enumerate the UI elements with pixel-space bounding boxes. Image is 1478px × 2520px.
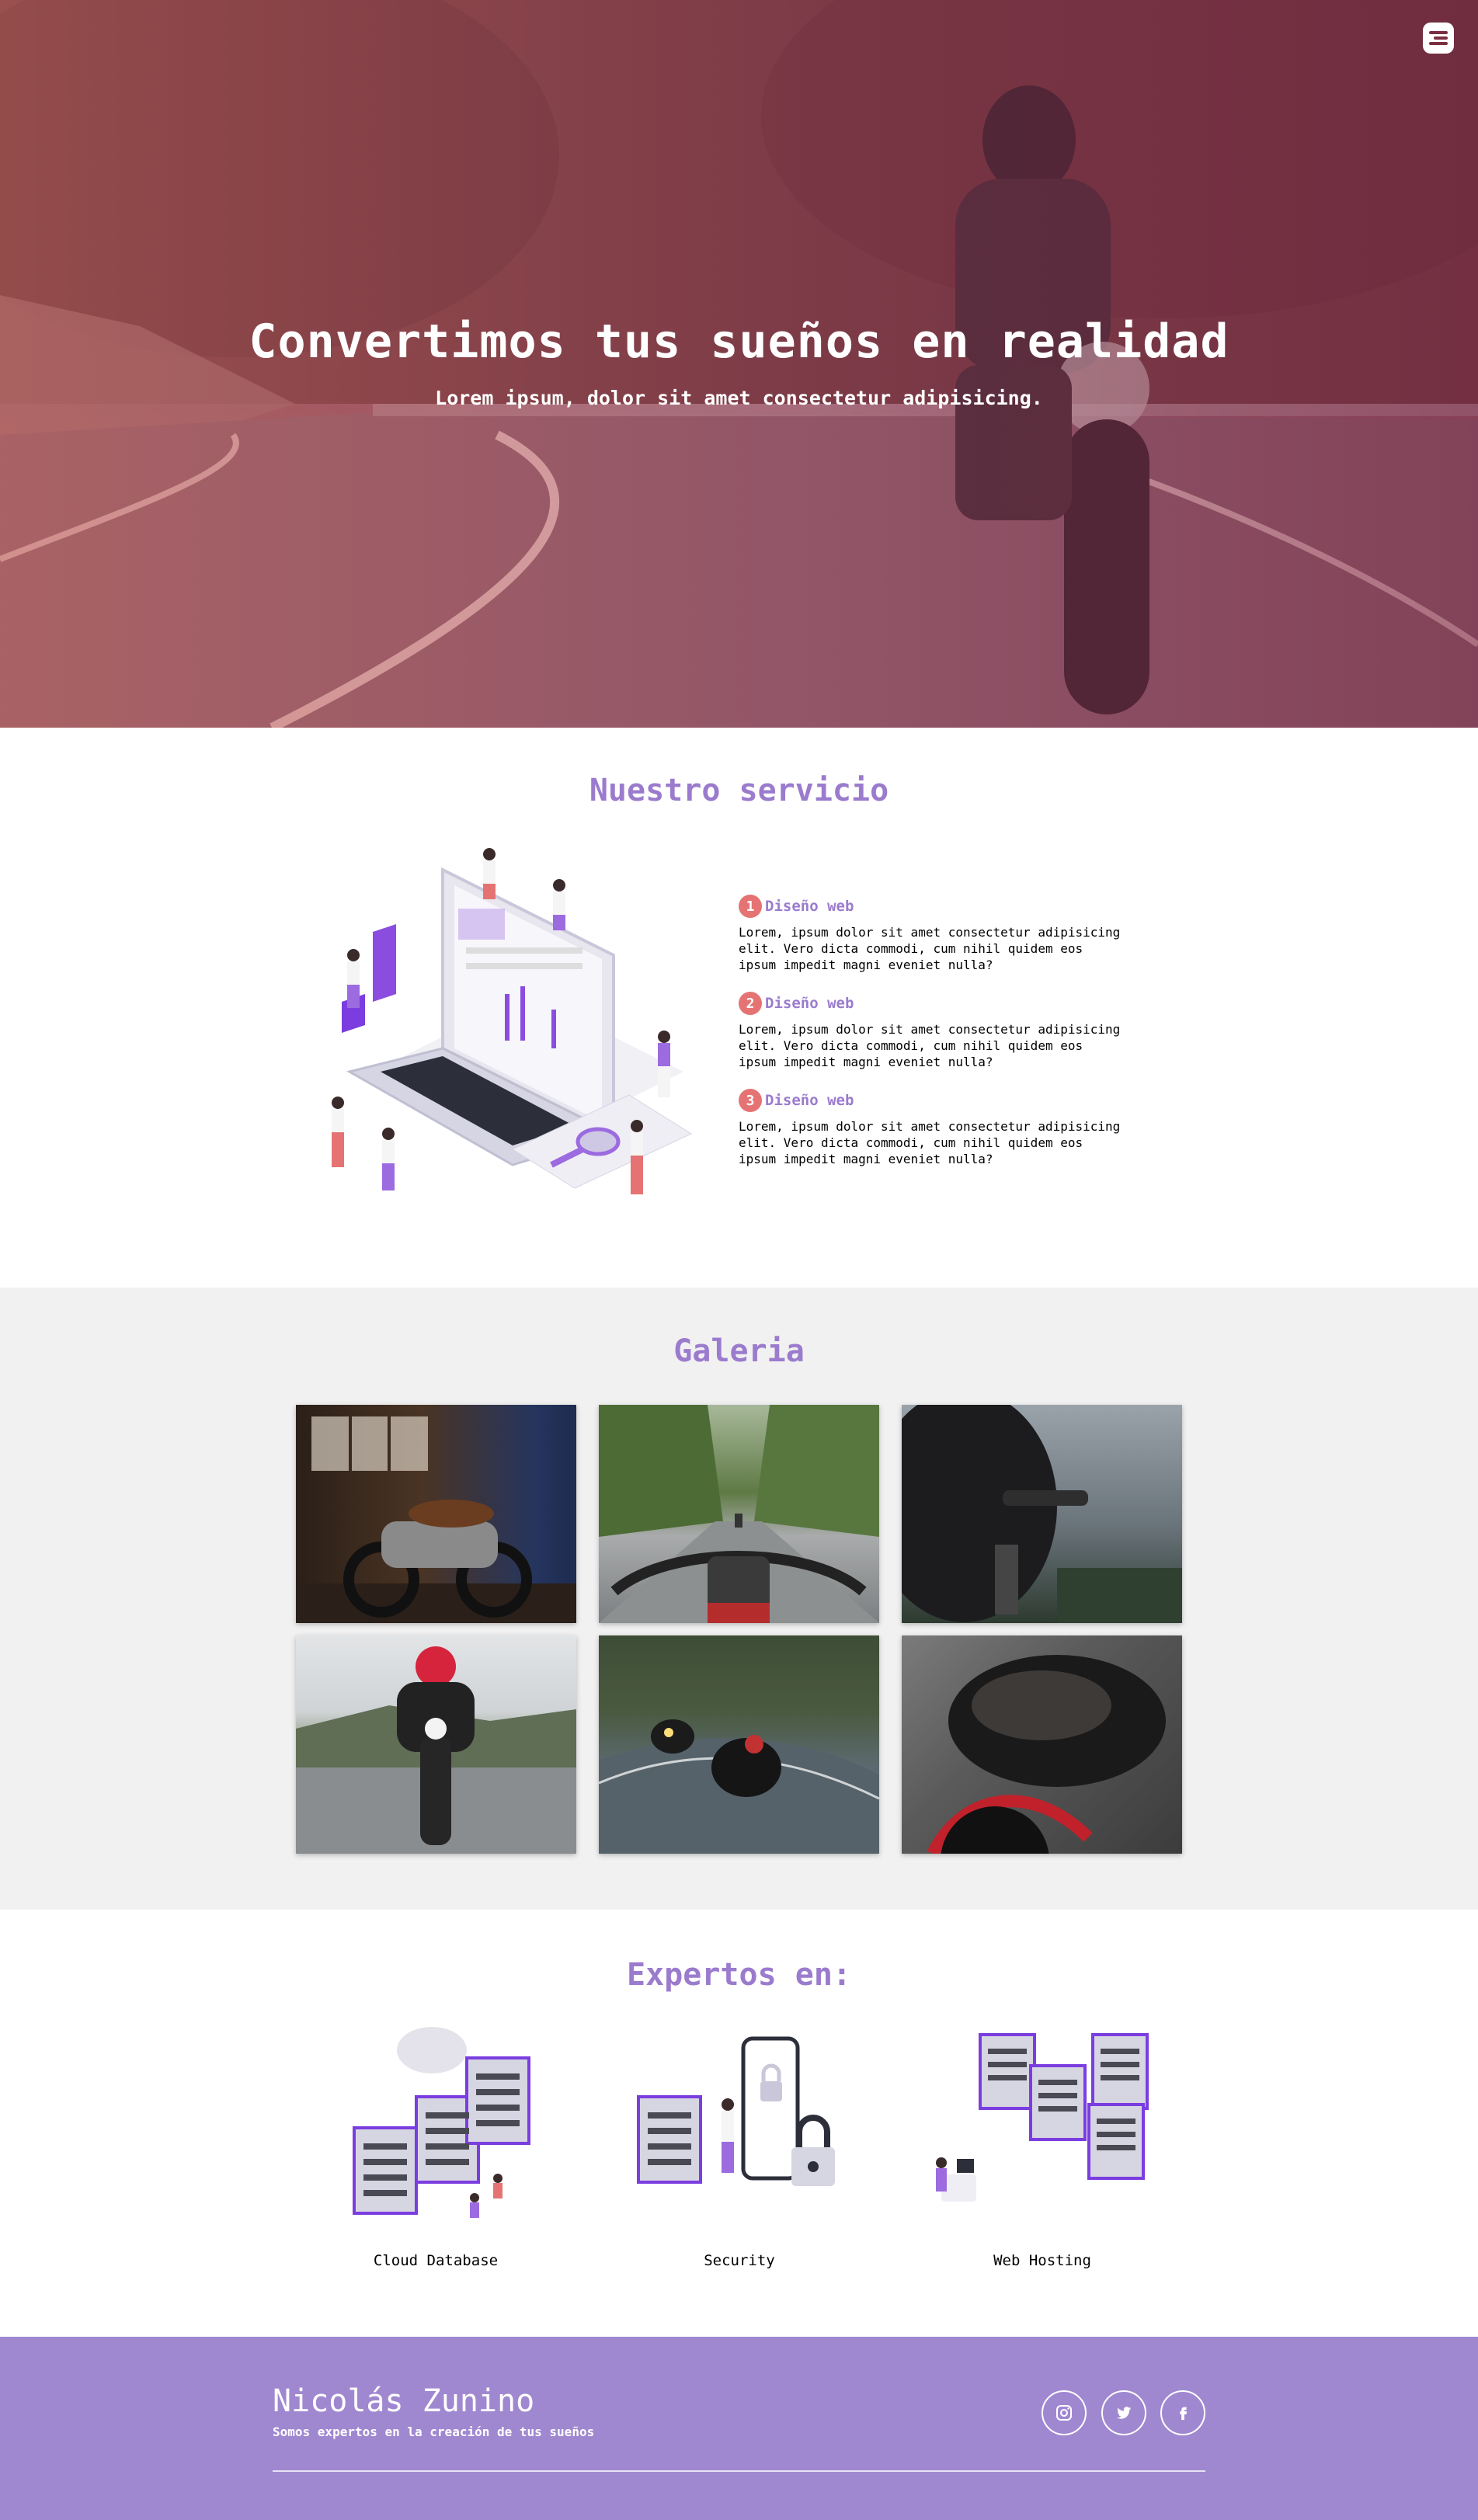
service-name: Diseño web bbox=[765, 995, 854, 1012]
service-number-badge: 2 bbox=[739, 992, 762, 1015]
expert-web-hosting: Web Hosting bbox=[926, 2019, 1159, 2283]
twitter-icon bbox=[1116, 2407, 1132, 2419]
facebook-icon bbox=[1180, 2407, 1188, 2421]
menu-button[interactable] bbox=[1423, 23, 1454, 54]
menu-icon-bar bbox=[1429, 31, 1448, 34]
footer bbox=[0, 2337, 1478, 2520]
hero-banner: Convertimos tus sueños en realidad Lorem… bbox=[0, 0, 1478, 728]
expert-label: Cloud Database bbox=[373, 2252, 499, 2269]
service-item: 3 Diseño web Lorem, ipsum dolor sit amet… bbox=[739, 1089, 1142, 1167]
hero-subtitle: Lorem ipsum, dolor sit amet consectetur … bbox=[435, 387, 1043, 409]
cloud-database-icon bbox=[353, 2027, 530, 2218]
instagram-link[interactable] bbox=[1042, 2390, 1087, 2435]
hero-title: Convertimos tus sueños en realidad bbox=[249, 315, 1229, 369]
footer-tagline: Somos expertos en la creación de tus sue… bbox=[273, 2424, 595, 2439]
services-list: 1 Diseño web Lorem, ipsum dolor sit amet… bbox=[739, 895, 1142, 1186]
twitter-link[interactable] bbox=[1101, 2390, 1146, 2435]
gallery-image[interactable] bbox=[902, 1635, 1182, 1854]
menu-icon-bar bbox=[1434, 36, 1448, 40]
expert-label: Security bbox=[704, 2252, 775, 2269]
facebook-link[interactable] bbox=[1160, 2390, 1205, 2435]
service-number-badge: 3 bbox=[739, 1089, 762, 1112]
service-description: Lorem, ipsum dolor sit amet consectetur … bbox=[739, 925, 1121, 972]
gallery-image[interactable] bbox=[599, 1635, 879, 1854]
gallery-image[interactable] bbox=[296, 1405, 576, 1623]
menu-icon-bar bbox=[1429, 42, 1448, 45]
gallery-title: Galeria bbox=[673, 1333, 805, 1369]
gallery-image[interactable] bbox=[296, 1635, 576, 1854]
service-description: Lorem, ipsum dolor sit amet consectetur … bbox=[739, 1119, 1121, 1166]
service-number-badge: 1 bbox=[739, 895, 762, 918]
security-icon bbox=[637, 2036, 835, 2186]
expert-security: Security bbox=[623, 2019, 856, 2283]
instagram-icon bbox=[1056, 2405, 1072, 2421]
gallery-grid bbox=[296, 1405, 1183, 1854]
laptop-illustration bbox=[332, 848, 693, 1194]
service-description: Lorem, ipsum dolor sit amet consectetur … bbox=[739, 1022, 1121, 1069]
footer-brand-name: Nicolás Zunino bbox=[273, 2383, 535, 2419]
footer-divider bbox=[273, 2470, 1205, 2472]
gallery-image[interactable] bbox=[599, 1405, 879, 1623]
web-hosting-icon bbox=[936, 2033, 1149, 2202]
services-title: Nuestro servicio bbox=[589, 773, 889, 808]
expert-cloud-database: Cloud Database bbox=[319, 2019, 552, 2283]
gallery-image[interactable] bbox=[902, 1405, 1182, 1623]
expert-label: Web Hosting bbox=[993, 2252, 1091, 2269]
service-item: 2 Diseño web Lorem, ipsum dolor sit amet… bbox=[739, 992, 1142, 1070]
experts-title: Expertos en: bbox=[627, 1957, 851, 1993]
service-name: Diseño web bbox=[765, 898, 854, 915]
service-item: 1 Diseño web Lorem, ipsum dolor sit amet… bbox=[739, 895, 1142, 973]
service-name: Diseño web bbox=[765, 1092, 854, 1109]
